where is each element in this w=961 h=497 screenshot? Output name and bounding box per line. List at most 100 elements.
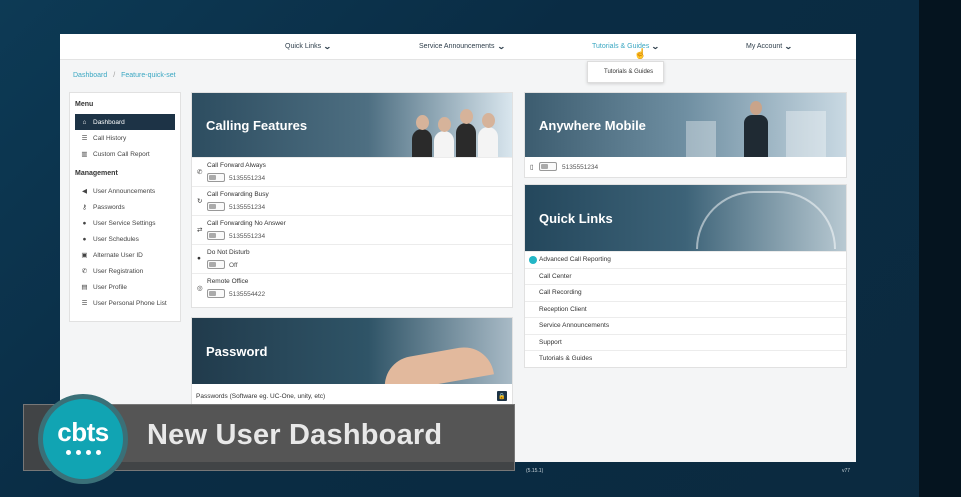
quick-link-label: Call Recording (539, 289, 582, 297)
nav-tutorials-guides[interactable]: Tutorials & Guides ⌄ (592, 42, 661, 51)
hand-keypad-image (380, 342, 494, 384)
call-forward-always-row: ✆ Call Forward Always 5135551234 (192, 157, 512, 186)
mouse-cursor-icon: ☝ (634, 49, 647, 60)
quick-link-support[interactable]: Support (525, 333, 846, 351)
quick-link-advanced-call-reporting[interactable]: Advanced Call Reporting (525, 251, 846, 268)
quick-link-reception-client[interactable]: Reception Client (525, 300, 846, 318)
feature-label: Do Not Disturb (207, 249, 250, 256)
sidebar-item-user-personal-phone-list[interactable]: ☰ User Personal Phone List (75, 295, 175, 311)
sidebar-management-heading: Management (75, 170, 118, 177)
sidebar-item-user-service-settings[interactable]: ● User Service Settings (75, 215, 175, 231)
feature-value: 5135554422 (229, 291, 266, 298)
feature-label: Remote Office (207, 278, 249, 285)
logo-dots-icon (65, 450, 101, 455)
sidebar-item-passwords[interactable]: ⚷ Passwords (75, 199, 175, 215)
video-title: New User Dashboard (147, 419, 443, 451)
anywhere-mobile-row: ▯ 5135551234 (525, 157, 846, 177)
passwords-row: Passwords (Software eg. UC-One, unity, e… (192, 388, 512, 404)
quick-link-label: Tutorials & Guides (539, 355, 593, 363)
calling-features-banner: Calling Features (192, 93, 512, 157)
sidebar-item-label: User Schedules (93, 235, 139, 243)
password-panel: Password Passwords (Software eg. UC-One,… (191, 317, 513, 407)
feature-label: Call Forwarding No Answer (207, 220, 286, 227)
sidebar-item-dashboard[interactable]: ⌂ Dashboard (75, 114, 175, 130)
dropdown-item-tutorials-guides[interactable]: Tutorials & Guides (604, 69, 653, 75)
footer-version-label: (5.15.1) (526, 468, 544, 474)
list-icon: ☰ (81, 300, 88, 307)
feature-label: Call Forward Always (207, 162, 266, 169)
call-forwarding-busy-row: ↻ Call Forwarding Busy 5135551234 (192, 186, 512, 215)
sidebar-item-label: User Announcements (93, 187, 156, 195)
quick-link-call-center[interactable]: Call Center (525, 267, 846, 285)
anywhere-mobile-panel: Anywhere Mobile ▯ 5135551234 (524, 92, 847, 178)
sidebar-item-label: Passwords (93, 203, 125, 211)
quick-link-call-recording[interactable]: Call Recording (525, 284, 846, 301)
chevron-down-icon: ⌄ (323, 42, 332, 51)
anywhere-mobile-number: 5135551234 (562, 164, 599, 171)
sidebar-item-user-profile[interactable]: ▤ User Profile (75, 279, 175, 295)
feature-label: Call Forwarding Busy (207, 191, 269, 198)
chevron-down-icon: ⌄ (496, 42, 506, 51)
chevron-down-icon: ⌄ (784, 42, 793, 51)
mobile-phone-icon: ▯ (530, 164, 534, 171)
profile-card-icon: ▤ (81, 284, 88, 291)
nav-my-account[interactable]: My Account ⌄ (746, 42, 793, 51)
nav-quick-links[interactable]: Quick Links ⌄ (285, 42, 332, 51)
nav-my-account-label: My Account (746, 43, 783, 50)
quick-link-label: Call Center (539, 272, 572, 280)
call-center-agents-image (412, 109, 504, 157)
sidebar-item-label: User Personal Phone List (93, 299, 167, 307)
call-forwarding-no-answer-row: ⇄ Call Forwarding No Answer 5135551234 (192, 215, 512, 244)
breadcrumb-separator: / (113, 72, 116, 79)
call-forwarding-no-answer-toggle[interactable] (207, 231, 225, 240)
busy-icon: ↻ (197, 198, 203, 205)
do-not-disturb-toggle[interactable] (207, 260, 225, 269)
call-forward-always-toggle[interactable] (207, 173, 225, 182)
quick-links-banner: Quick Links (525, 185, 846, 251)
call-forwarding-busy-toggle[interactable] (207, 202, 225, 211)
anywhere-mobile-banner: Anywhere Mobile (525, 93, 846, 157)
quick-link-label: Advanced Call Reporting (539, 256, 611, 264)
nav-service-announcements-label: Service Announcements (419, 43, 495, 50)
sidebar-item-label: User Registration (93, 267, 144, 275)
sidebar-item-alternate-user-id[interactable]: ▣ Alternate User ID (75, 247, 175, 263)
quick-links-title: Quick Links (539, 210, 613, 226)
feature-value: 5135551234 (229, 175, 266, 182)
password-title: Password (206, 343, 268, 359)
breadcrumb-current[interactable]: Feature-quick-set (121, 72, 175, 79)
remote-office-icon: ◎ (197, 285, 203, 292)
nav-service-announcements[interactable]: Service Announcements ⌄ (419, 42, 506, 51)
anywhere-mobile-title: Anywhere Mobile (539, 117, 646, 133)
sidebar-item-label: Alternate User ID (93, 251, 143, 259)
no-answer-icon: ⇄ (197, 227, 203, 234)
video-edge-strip (919, 0, 961, 497)
anywhere-mobile-toggle[interactable] (539, 162, 557, 171)
sidebar-item-user-announcements[interactable]: ◀ User Announcements (75, 183, 175, 199)
sidebar-item-label: User Service Settings (93, 219, 156, 227)
nav-quick-links-label: Quick Links (285, 43, 322, 50)
quick-link-service-announcements[interactable]: Service Announcements (525, 317, 846, 334)
chevron-down-icon: ⌄ (651, 42, 661, 51)
dnd-icon: ● (197, 255, 201, 262)
remote-office-toggle[interactable] (207, 289, 225, 298)
cbts-logo: cbts (38, 394, 128, 484)
quick-link-tutorials-guides[interactable]: Tutorials & Guides (525, 350, 846, 367)
sidebar-item-label: Call History (93, 134, 127, 142)
feature-value: 5135551234 (229, 233, 266, 240)
sidebar-item-call-history[interactable]: ☰ Call History (75, 130, 175, 146)
lock-icon[interactable]: 🔒 (497, 391, 507, 401)
feature-value: Off (229, 262, 238, 269)
sidebar-item-user-schedules[interactable]: ● User Schedules (75, 231, 175, 247)
remote-office-row: ◎ Remote Office 5135554422 (192, 273, 512, 302)
sidebar: Menu ⌂ Dashboard ☰ Call History ▥ Custom… (69, 92, 181, 322)
chart-icon: ▥ (81, 151, 88, 158)
sidebar-item-custom-call-report[interactable]: ▥ Custom Call Report (75, 146, 175, 162)
breadcrumb-home-link[interactable]: Dashboard (73, 72, 107, 79)
calling-features-title: Calling Features (206, 117, 308, 133)
list-icon: ☰ (81, 135, 88, 142)
feature-value: 5135551234 (229, 204, 266, 211)
tunnel-image (696, 191, 836, 249)
home-icon: ⌂ (82, 118, 87, 126)
sidebar-item-user-registration[interactable]: ✆ User Registration (75, 263, 175, 279)
calling-features-panel: Calling Features ✆ Call Forward Always 5… (191, 92, 513, 308)
